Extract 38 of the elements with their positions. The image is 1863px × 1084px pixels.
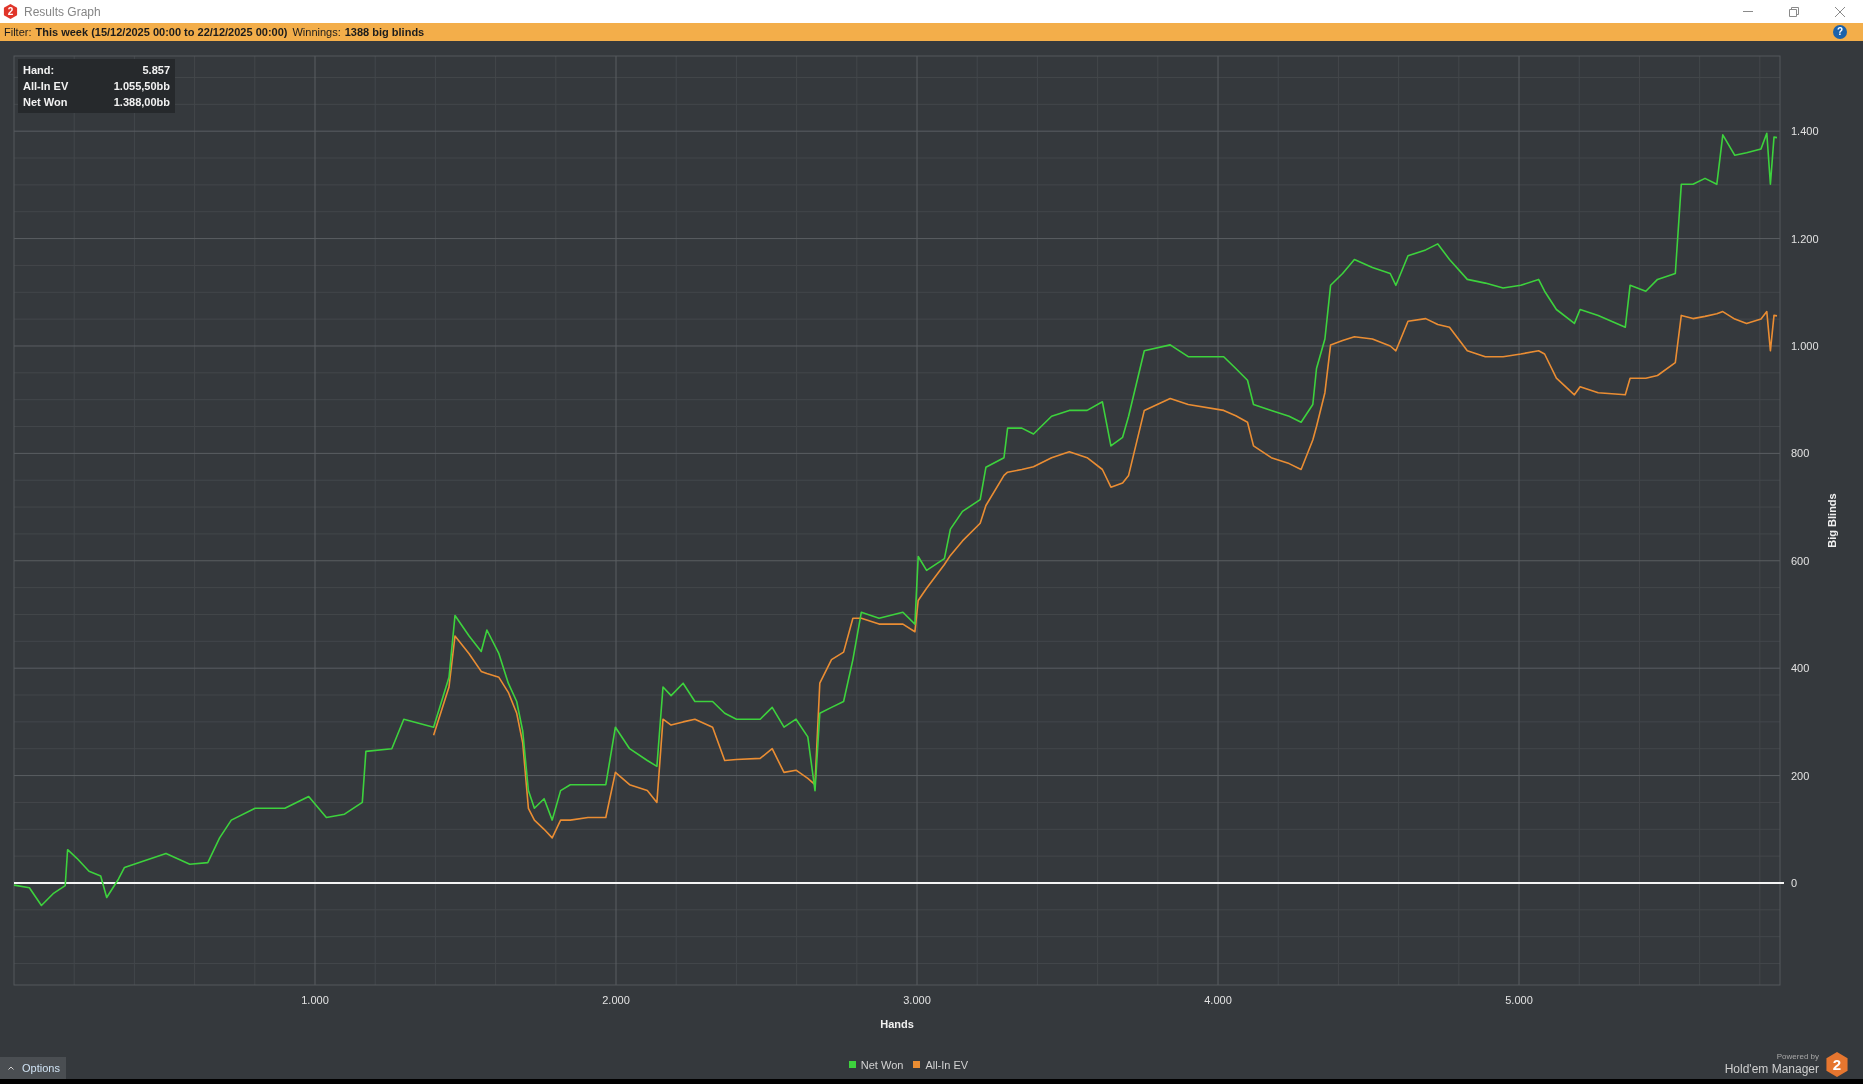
- restore-icon: [1789, 6, 1799, 17]
- close-icon: [1835, 6, 1845, 17]
- tooltip-value: 1.055,50bb: [113, 78, 170, 94]
- y-axis-title: Big Blinds: [1825, 493, 1838, 548]
- filter-label: Winnings:: [292, 24, 341, 40]
- y-tick-label: 1.000: [1791, 340, 1819, 352]
- tooltip-label: All-In EV: [23, 78, 69, 94]
- y-tick-label: 0: [1791, 876, 1798, 889]
- y-tick-label: 800: [1791, 447, 1810, 460]
- tooltip-label: Net Won: [23, 94, 68, 110]
- y-tick-label: 200: [1791, 769, 1810, 782]
- app-logo: 2: [3, 4, 18, 19]
- y-tick-label: 600: [1791, 554, 1810, 567]
- filter-value: 1388 big blinds: [344, 24, 425, 40]
- tooltip-label: Hand:: [23, 62, 55, 78]
- legend-label: Net Won: [860, 1057, 904, 1073]
- x-tick-label: 2.000: [602, 994, 630, 1006]
- minimize-icon: [1743, 11, 1753, 12]
- powered-by-label: Powered by: [1776, 1052, 1819, 1062]
- x-tick-label: 3.000: [903, 994, 931, 1006]
- x-tick-label: 4.000: [1204, 994, 1232, 1006]
- brand-logo: 2: [1825, 1052, 1849, 1077]
- y-tick-label: 1.200: [1791, 232, 1819, 245]
- x-tick-label: 1.000: [301, 994, 329, 1006]
- y-tick-label: 1.400: [1791, 125, 1819, 138]
- tooltip-value: 1.388,00bb: [113, 94, 170, 110]
- tooltip-value: 5.857: [142, 62, 170, 78]
- legend-label: All-In EV: [925, 1057, 969, 1073]
- y-tick-label: 400: [1791, 662, 1810, 675]
- caret-icon: [8, 1066, 14, 1070]
- options-button[interactable]: Options: [0, 1057, 66, 1079]
- brand-name: Hold'em Manager: [1724, 1062, 1819, 1077]
- help-button[interactable]: ?: [1833, 25, 1847, 39]
- filter-value: This week (15/12/2025 00:00 to 22/12/2025 00:00): [35, 24, 288, 40]
- window-title: Results Graph: [24, 3, 101, 21]
- filter-label: Filter:: [4, 24, 32, 40]
- x-tick-label: 5.000: [1505, 994, 1533, 1006]
- x-axis-title: Hands: [880, 1018, 914, 1030]
